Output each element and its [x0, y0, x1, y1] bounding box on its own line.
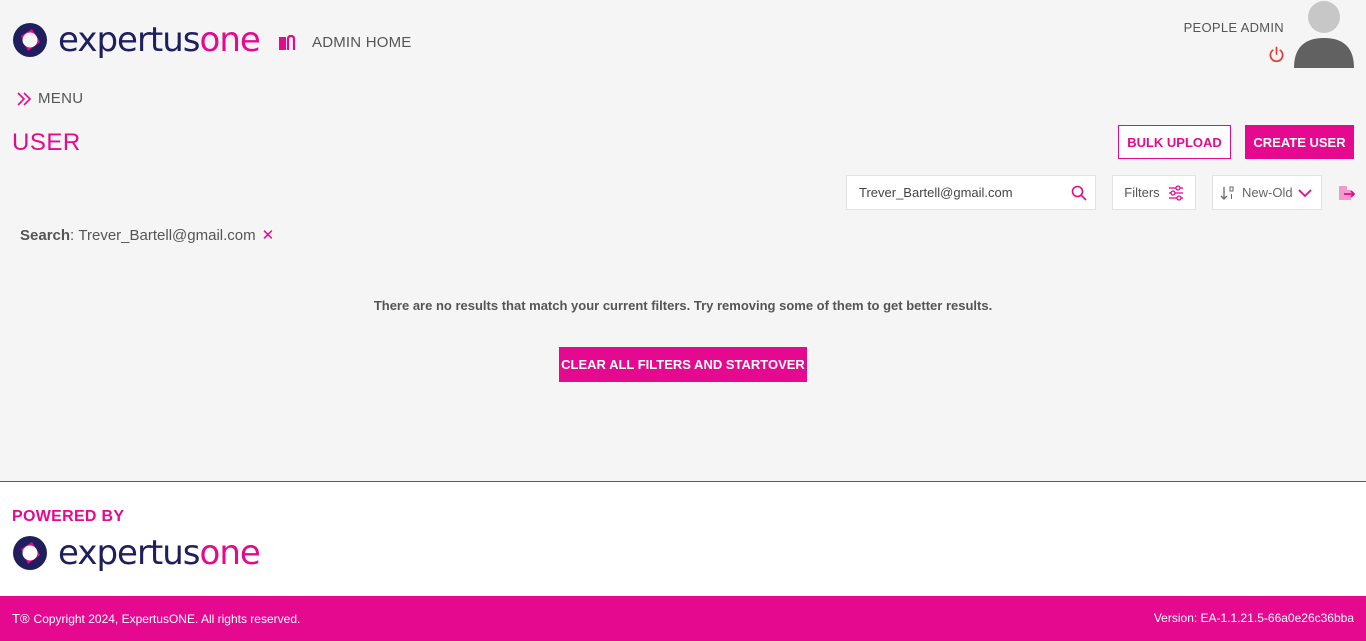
expertus-logo-icon	[13, 23, 47, 57]
active-filter-label: Search	[20, 226, 71, 244]
home-icon[interactable]	[278, 33, 296, 51]
copyright-text: Copyright 2024, ExpertusONE. All rights …	[33, 611, 301, 626]
footer-logo: expertusone	[12, 533, 261, 573]
admin-home-link[interactable]: ADMIN HOME	[312, 34, 412, 51]
role-label: PEOPLE ADMIN	[1183, 20, 1284, 35]
brand-logo[interactable]: expertusone	[12, 20, 261, 60]
filters-label: Filters	[1124, 185, 1160, 200]
sort-value: New-Old	[1242, 185, 1293, 200]
active-filter-value: Trever_Bartell@gmail.com	[78, 226, 256, 244]
expertus-logo-icon	[13, 536, 47, 570]
bulk-upload-button[interactable]: BULK UPLOAD	[1118, 125, 1231, 159]
sort-icon	[1220, 186, 1234, 200]
page-title: USER	[12, 129, 81, 156]
logo-wordmark: expertusone	[58, 533, 261, 573]
footer-bar: T® Copyright 2024, ExpertusONE. All righ…	[0, 596, 1366, 641]
search-box	[846, 175, 1096, 210]
export-icon[interactable]	[1337, 184, 1355, 202]
active-filter-chip: Search: Trever_Bartell@gmail.com ✕	[20, 226, 275, 245]
active-filter-separator: :	[70, 226, 75, 244]
sliders-icon	[1168, 184, 1183, 201]
power-icon[interactable]	[1268, 46, 1285, 63]
menu-toggle[interactable]: MENU	[16, 90, 83, 107]
filters-button[interactable]: Filters	[1112, 175, 1196, 210]
empty-results-message: There are no results that match your cur…	[373, 298, 993, 313]
create-user-button[interactable]: CREATE USER	[1245, 125, 1354, 159]
search-icon[interactable]	[1071, 185, 1087, 201]
remove-filter-icon[interactable]: ✕	[262, 226, 275, 244]
clear-filters-button[interactable]: CLEAR ALL FILTERS AND STARTOVER	[559, 347, 807, 382]
sort-select[interactable]: New-Old	[1212, 175, 1322, 210]
avatar[interactable]	[1294, 0, 1354, 68]
logo-wordmark: expertusone	[58, 20, 261, 60]
version-text: Version: EA-1.1.21.5-66a0e26c36bba	[1153, 611, 1354, 625]
menu-label: MENU	[38, 90, 84, 107]
footer-branding: POWERED BY expertusone	[0, 481, 1366, 596]
search-input[interactable]	[859, 185, 1069, 200]
menu-chevron-icon	[17, 91, 32, 106]
copyright: T® Copyright 2024, ExpertusONE. All righ…	[12, 611, 300, 626]
powered-by-label: POWERED BY	[12, 508, 125, 525]
tm-mark: T®	[12, 611, 30, 626]
chevron-down-icon	[1298, 189, 1312, 198]
